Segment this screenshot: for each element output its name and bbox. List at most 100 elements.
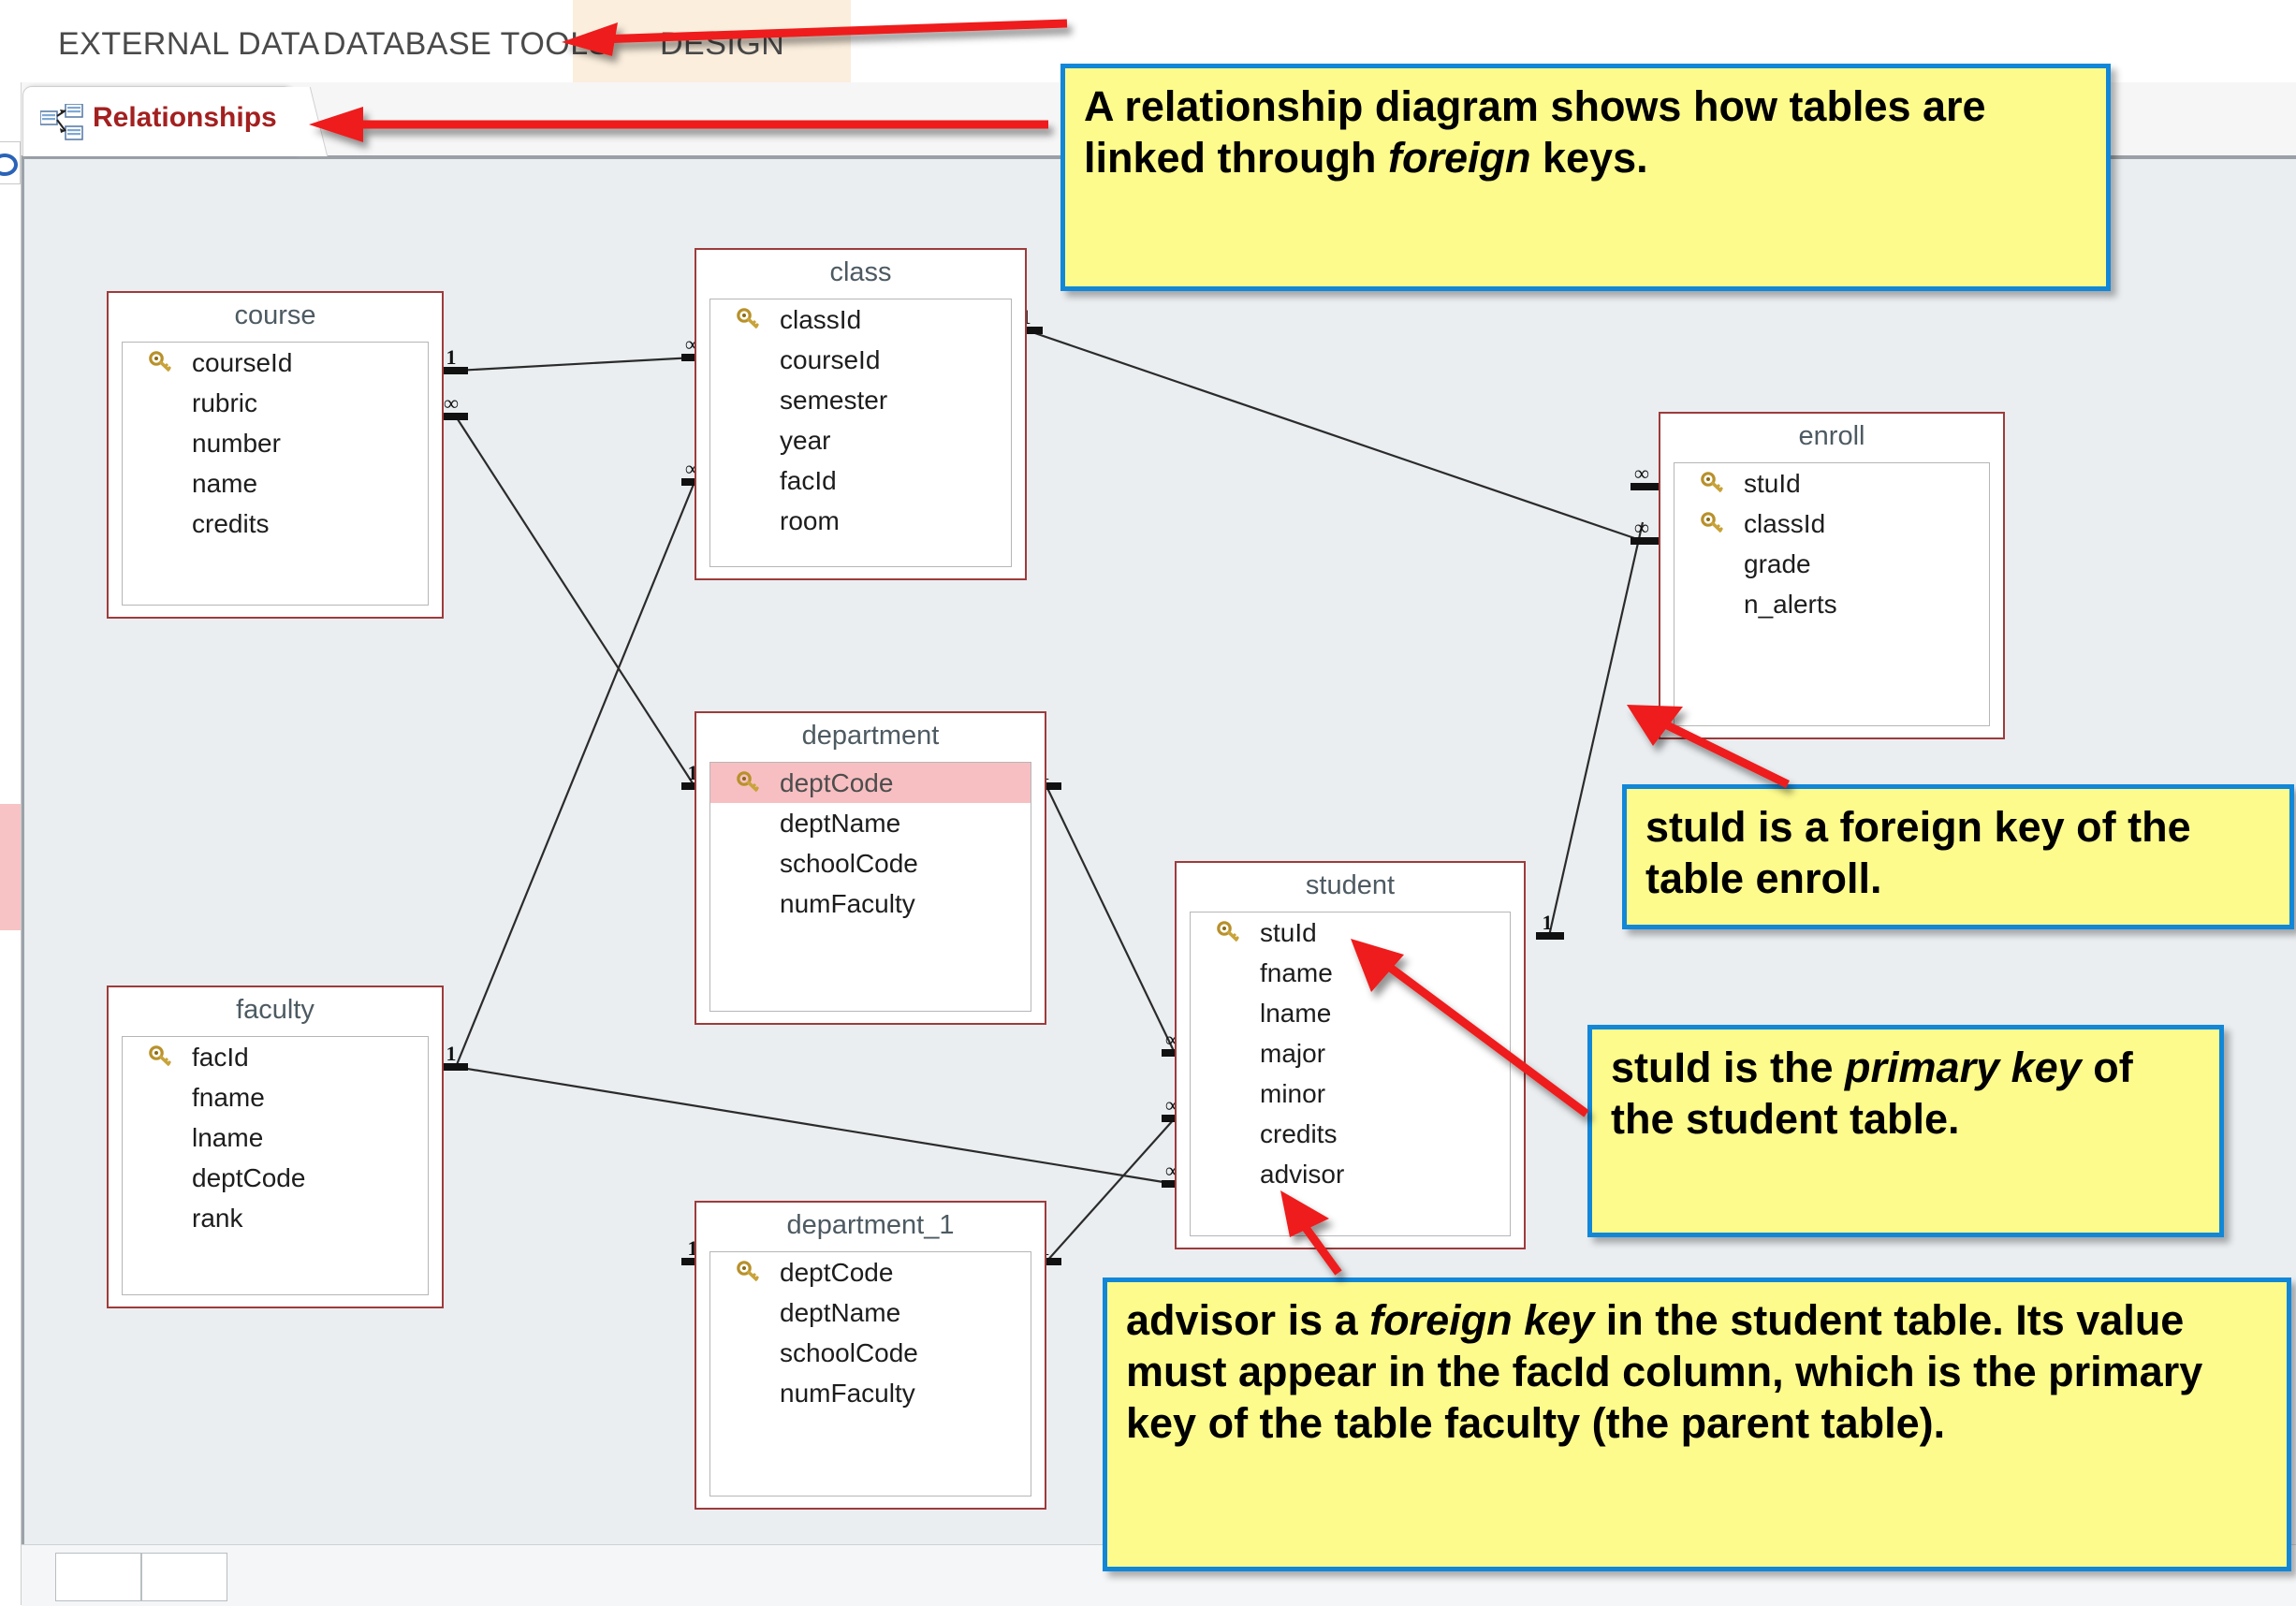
field-row[interactable]: stuId <box>1191 912 1510 953</box>
field-label: numFaculty <box>780 889 915 918</box>
field-label: fname <box>1260 958 1333 987</box>
primary-key-icon <box>737 771 760 793</box>
field-label: deptName <box>780 1298 901 1327</box>
field-row[interactable]: semester <box>710 380 1011 420</box>
field-row[interactable]: stuId <box>1674 463 1989 504</box>
callout-advisor-foreign-key: advisor is a foreign key in the student … <box>1103 1278 2291 1571</box>
table-title: class <box>829 257 892 287</box>
primary-key-icon <box>1701 472 1724 493</box>
table-fields: classId courseId semester year facId roo… <box>709 299 1012 567</box>
table-title: department_1 <box>786 1210 955 1240</box>
field-row[interactable]: major <box>1191 1033 1510 1073</box>
table-fields: stuId fname lname major minor credits ad… <box>1190 912 1511 1236</box>
field-row[interactable]: classId <box>710 299 1011 340</box>
field-label: lname <box>1260 999 1332 1028</box>
callout-text: A relationship diagram shows how tables … <box>1084 82 1986 182</box>
field-row[interactable]: deptName <box>710 1292 1031 1333</box>
callout-relationship-diagram: A relationship diagram shows how tables … <box>1060 64 2111 291</box>
field-row[interactable]: room <box>710 501 1011 541</box>
primary-key-icon <box>149 1045 172 1067</box>
field-row[interactable]: n_alerts <box>1674 584 1989 624</box>
field-label: year <box>780 426 831 455</box>
field-label: fname <box>192 1083 265 1112</box>
field-label: stuId <box>1260 918 1317 947</box>
field-row[interactable]: lname <box>1191 993 1510 1033</box>
field-row[interactable]: year <box>710 420 1011 460</box>
table-box-class[interactable]: class classId courseId semester year fac… <box>695 248 1027 580</box>
primary-key-icon <box>149 351 172 372</box>
table-box-department-1[interactable]: department_1 deptCode deptName schoolCod… <box>695 1201 1046 1510</box>
ribbon-tab-design[interactable]: DESIGN <box>660 26 784 63</box>
field-row[interactable]: number <box>123 423 428 463</box>
ribbon-tab-external-data[interactable]: EXTERNAL DATA <box>58 26 320 63</box>
field-row[interactable]: credits <box>123 504 428 544</box>
field-label: classId <box>780 305 862 334</box>
nav-pane-selected-strip <box>0 804 21 930</box>
field-row[interactable]: grade <box>1674 544 1989 584</box>
table-box-enroll[interactable]: enroll stuId classId grade n_alerts <box>1659 412 2005 739</box>
field-label: deptName <box>780 809 901 838</box>
field-row[interactable]: numFaculty <box>710 883 1031 924</box>
field-row[interactable]: deptCode <box>710 1252 1031 1292</box>
document-tab-relationships[interactable]: Relationships <box>22 86 329 156</box>
primary-key-icon <box>1701 512 1724 533</box>
field-row[interactable]: facId <box>123 1037 428 1077</box>
field-row[interactable]: rank <box>123 1198 428 1238</box>
table-title: faculty <box>236 995 314 1025</box>
field-row[interactable]: minor <box>1191 1073 1510 1114</box>
navigation-pane-gutter[interactable] <box>0 141 22 1605</box>
table-box-course[interactable]: course courseId rubric number name credi… <box>107 291 444 619</box>
status-cell-1[interactable] <box>55 1553 141 1601</box>
field-label: lname <box>192 1123 264 1152</box>
field-row[interactable]: schoolCode <box>710 1333 1031 1373</box>
primary-key-icon <box>737 308 760 329</box>
nav-pane-toggle[interactable] <box>0 141 21 184</box>
table-fields: courseId rubric number name credits <box>122 342 429 606</box>
table-box-faculty[interactable]: faculty facId fname lname deptCode rank <box>107 986 444 1308</box>
field-row[interactable]: name <box>123 463 428 504</box>
field-row[interactable]: schoolCode <box>710 843 1031 883</box>
field-row[interactable]: rubric <box>123 383 428 423</box>
table-box-student[interactable]: student stuId fname lname major minor cr… <box>1175 861 1526 1249</box>
status-cell-2[interactable] <box>141 1553 227 1601</box>
field-label: facId <box>780 466 837 495</box>
field-label: major <box>1260 1039 1326 1068</box>
table-fields: stuId classId grade n_alerts <box>1674 462 1990 726</box>
field-label: rubric <box>192 388 258 417</box>
field-label: n_alerts <box>1744 590 1837 619</box>
field-row[interactable]: advisor <box>1191 1154 1510 1194</box>
field-label: deptCode <box>192 1163 306 1192</box>
callout-stuid-foreign-key: stuId is a foreign key of the table enro… <box>1622 784 2294 929</box>
table-title: department <box>801 721 940 751</box>
primary-key-icon <box>1217 921 1240 942</box>
field-label: minor <box>1260 1079 1326 1108</box>
field-label: deptCode <box>780 768 894 797</box>
field-label: advisor <box>1260 1160 1345 1189</box>
field-label: stuId <box>1744 469 1801 498</box>
field-row[interactable]: fname <box>123 1077 428 1117</box>
field-row[interactable]: deptCode <box>123 1158 428 1198</box>
field-row[interactable]: numFaculty <box>710 1373 1031 1413</box>
field-row[interactable]: fname <box>1191 953 1510 993</box>
field-label: number <box>192 429 281 458</box>
table-title: course <box>234 300 316 330</box>
field-row[interactable]: classId <box>1674 504 1989 544</box>
field-row[interactable]: credits <box>1191 1114 1510 1154</box>
field-label: numFaculty <box>780 1379 915 1408</box>
field-row[interactable]: facId <box>710 460 1011 501</box>
field-label: credits <box>1260 1119 1338 1148</box>
field-label: courseId <box>192 348 293 377</box>
callout-stuid-primary-key: stuId is the primary key of the student … <box>1587 1025 2224 1237</box>
field-row[interactable]: courseId <box>123 343 428 383</box>
field-label: facId <box>192 1043 249 1072</box>
field-row[interactable]: courseId <box>710 340 1011 380</box>
relationships-icon <box>40 104 83 140</box>
field-row[interactable]: deptName <box>710 803 1031 843</box>
field-row[interactable]: lname <box>123 1117 428 1158</box>
table-fields: deptCode deptName schoolCode numFaculty <box>709 762 1031 1012</box>
field-label: classId <box>1744 509 1826 538</box>
ribbon-tab-database-tools[interactable]: DATABASE TOOLS <box>323 26 610 63</box>
table-box-department[interactable]: department deptCode deptName schoolCode … <box>695 711 1046 1025</box>
field-row-selected[interactable]: deptCode <box>710 763 1031 803</box>
table-fields: deptCode deptName schoolCode numFaculty <box>709 1251 1031 1496</box>
